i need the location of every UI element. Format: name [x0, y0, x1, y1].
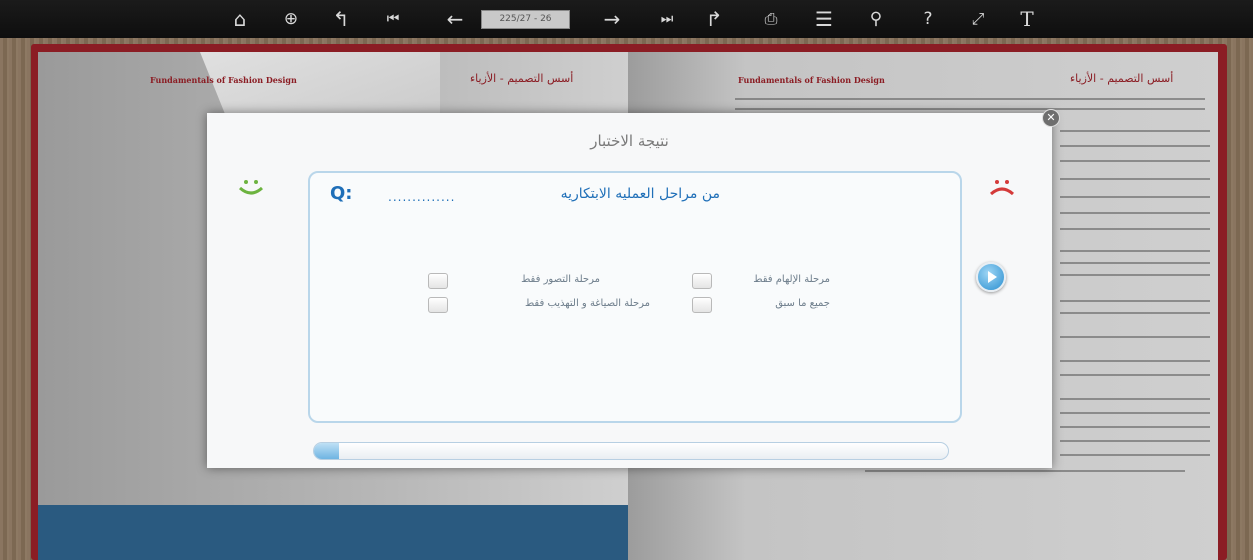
text-line — [1060, 440, 1210, 442]
text-line — [1060, 312, 1210, 314]
text-line — [735, 98, 1205, 100]
text-line — [1060, 398, 1210, 400]
text-line — [1060, 300, 1210, 302]
home-icon[interactable]: ⌂ — [226, 7, 254, 31]
text-line — [1060, 250, 1210, 252]
text-line — [1060, 412, 1210, 414]
quiz-progress-bar — [313, 442, 949, 460]
left-header-en: Fundamentals of Fashion Design — [150, 75, 297, 85]
option-label: مرحلة الإلهام فقط — [753, 274, 830, 285]
text-line — [1060, 262, 1210, 264]
sad-face-icon — [989, 180, 1015, 196]
option-checkbox[interactable] — [692, 297, 712, 313]
text-line — [1060, 130, 1210, 132]
text-line — [1060, 145, 1210, 147]
first-page-icon[interactable]: ⏮ — [379, 7, 407, 31]
option-checkbox[interactable] — [692, 273, 712, 289]
page-number-input[interactable]: 225/27 - 26 — [481, 10, 570, 29]
text-line — [1060, 228, 1210, 230]
text-line — [735, 108, 1205, 110]
table-of-contents-icon[interactable]: ☰ — [810, 7, 838, 31]
text-line — [1060, 454, 1210, 456]
option-label: مرحلة الصياغة و التهذيب فقط — [524, 298, 650, 309]
text-line — [1060, 178, 1210, 180]
smile-icon — [238, 180, 264, 195]
back-icon[interactable]: ↰ — [327, 7, 355, 31]
top-toolbar: ⌂ ⊕ ↰ ⏮ ← 225/27 - 26 → ⏭ ↱ ⎙ ☰ ⚲ ? ⤢ T — [0, 0, 1253, 38]
close-button[interactable]: ✕ — [1042, 109, 1060, 127]
text-line — [1060, 374, 1210, 376]
option-label: مرحلة التصور فقط — [521, 274, 600, 285]
left-page-footer — [38, 505, 628, 560]
text-line — [1060, 196, 1210, 198]
question-text: من مراحل العمليه الابتكاريه — [560, 186, 720, 202]
text-line — [1060, 426, 1210, 428]
question-label: Q: — [330, 183, 353, 204]
text-line — [1060, 360, 1210, 362]
previous-page-icon[interactable]: ← — [441, 7, 469, 31]
text-line — [1060, 160, 1210, 162]
progress-fill — [314, 443, 340, 459]
question-blank: .............. — [388, 190, 456, 204]
text-line — [865, 470, 1185, 472]
next-question-button[interactable] — [976, 262, 1006, 292]
search-icon[interactable]: ⚲ — [862, 7, 890, 31]
text-line — [1060, 336, 1210, 338]
option-checkbox[interactable] — [428, 297, 448, 313]
text-line — [1060, 212, 1210, 214]
question-panel — [308, 171, 962, 423]
right-header-en: Fundamentals of Fashion Design — [738, 75, 885, 85]
next-page-icon[interactable]: → — [598, 7, 626, 31]
option-checkbox[interactable] — [428, 273, 448, 289]
fullscreen-icon[interactable]: ⤢ — [964, 7, 992, 31]
forward-icon[interactable]: ↱ — [700, 7, 728, 31]
last-page-icon[interactable]: ⏭ — [653, 7, 681, 31]
help-icon[interactable]: ? — [914, 7, 942, 31]
play-icon — [988, 271, 997, 283]
right-header-ar: أسس التصميم - الأزياء — [1070, 72, 1174, 85]
left-header-ar: أسس التصميم - الأزياء — [470, 72, 574, 85]
text-icon[interactable]: T — [1013, 7, 1041, 31]
zoom-in-icon[interactable]: ⊕ — [277, 7, 305, 31]
print-icon[interactable]: ⎙ — [757, 7, 785, 31]
option-label: جميع ما سبق — [775, 298, 830, 309]
text-line — [1060, 274, 1210, 276]
dialog-title: نتيجة الاختبار — [590, 132, 669, 150]
